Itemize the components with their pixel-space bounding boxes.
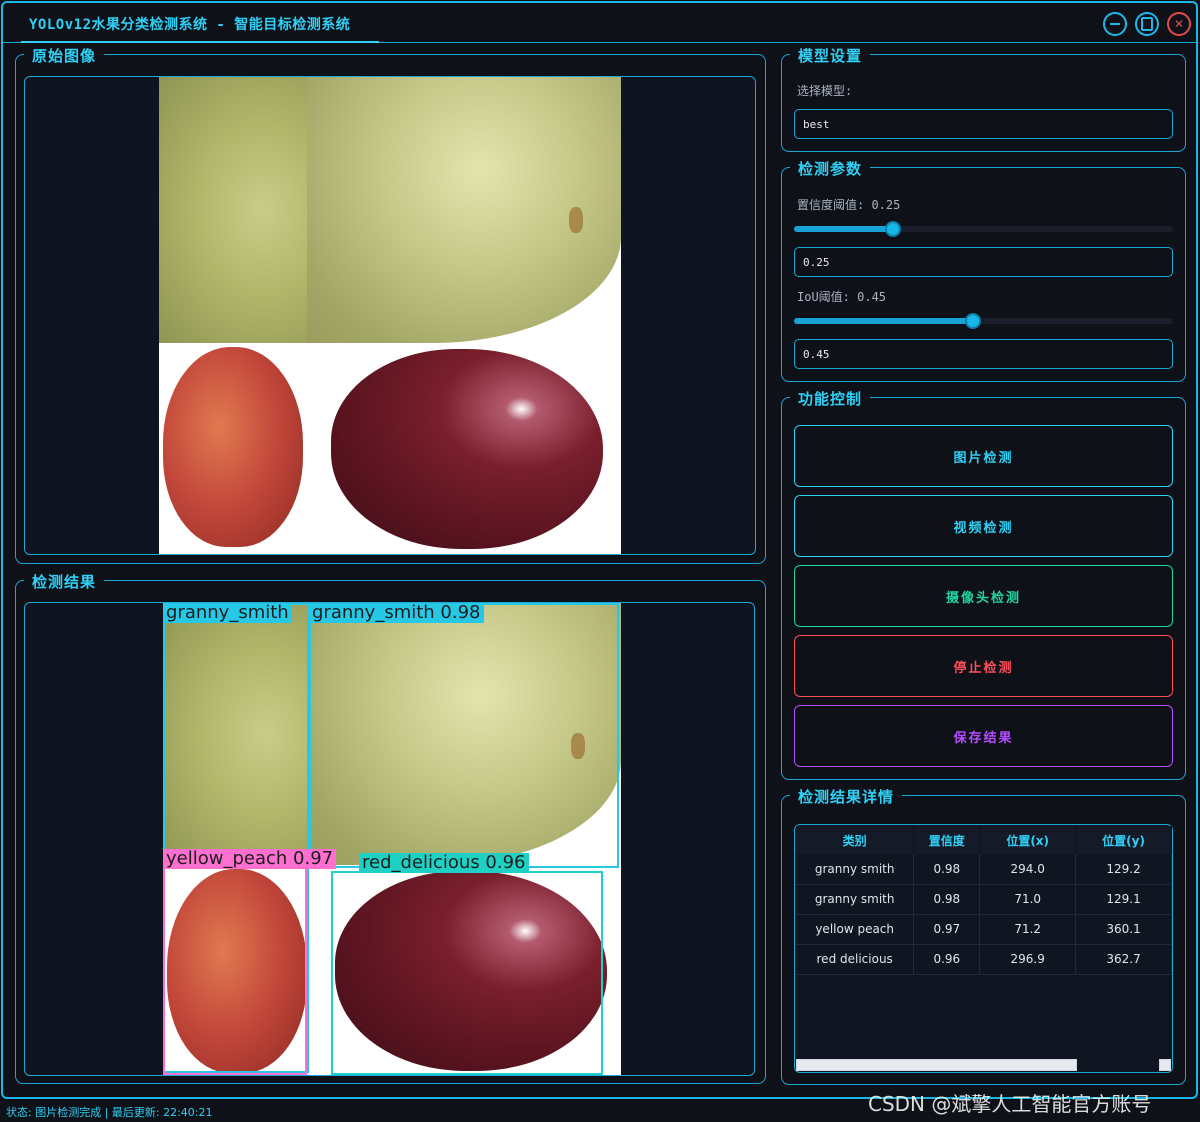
title-underline [21, 41, 379, 43]
result-image: granny_smith granny_smith 0.98 yellow_pe… [163, 603, 621, 1075]
watermark: CSDN @斌擎人工智能官方账号 [868, 1092, 1152, 1116]
bbox-label: granny_smith [163, 603, 292, 623]
table-horizontal-scrollbar[interactable] [796, 1059, 1077, 1071]
bbox-yellow-peach [163, 867, 307, 1075]
table-cell: 129.1 [1075, 884, 1172, 915]
table-cell: 129.2 [1075, 854, 1172, 885]
iou-label: IoU阈值: 0.45 [797, 290, 887, 304]
table-cell: 362.7 [1075, 944, 1172, 975]
table-row[interactable]: red delicious 0.96 296.9 362.7 [796, 944, 1172, 975]
table-cell: 360.1 [1075, 914, 1172, 945]
model-select[interactable]: best [794, 109, 1173, 139]
confidence-slider[interactable] [794, 221, 1173, 237]
table-row[interactable]: yellow peach 0.97 71.2 360.1 [796, 914, 1172, 945]
table-header[interactable]: 类别 [796, 826, 915, 854]
confidence-slider-fill [794, 226, 893, 232]
minimize-icon[interactable] [1103, 12, 1127, 36]
detection-params-title: 检测参数 [790, 158, 871, 179]
model-settings-title: 模型设置 [790, 45, 871, 66]
confidence-slider-handle[interactable] [885, 221, 901, 237]
confidence-label: 置信度阈值: 0.25 [797, 198, 901, 212]
table-row[interactable]: granny smith 0.98 294.0 129.2 [796, 854, 1172, 885]
close-icon[interactable] [1167, 12, 1191, 36]
status-bar: 状态: 图片检测完成 | 最后更新: 22:40:21 [6, 1106, 213, 1119]
table-cell: 0.98 [913, 854, 981, 885]
function-control-title: 功能控制 [790, 388, 871, 409]
result-image-title: 检测结果 [24, 571, 105, 592]
save-result-button[interactable]: 保存结果 [794, 705, 1173, 767]
table-cell: red delicious [796, 944, 915, 975]
table-cell: 296.9 [979, 944, 1077, 975]
table-cell: 71.0 [979, 884, 1077, 915]
stop-detect-button[interactable]: 停止检测 [794, 635, 1173, 697]
confidence-input[interactable]: 0.25 [794, 247, 1173, 277]
bbox-label: red_delicious 0.96 [359, 853, 529, 873]
table-cell: 294.0 [979, 854, 1077, 885]
image-detect-button[interactable]: 图片检测 [794, 425, 1173, 487]
bbox-label: yellow_peach 0.97 [163, 849, 337, 869]
apple [331, 349, 603, 549]
video-detect-button[interactable]: 视频检测 [794, 495, 1173, 557]
bbox-red-delicious [331, 871, 603, 1075]
iou-slider-handle[interactable] [965, 313, 981, 329]
table-cell: 0.97 [913, 914, 981, 945]
pear-left [159, 77, 307, 343]
table-header[interactable]: 位置(y) [1075, 826, 1172, 854]
scroll-corner[interactable] [1159, 1059, 1171, 1071]
table-cell: granny smith [796, 854, 915, 885]
iou-input[interactable]: 0.45 [794, 339, 1173, 369]
original-image-title: 原始图像 [24, 45, 105, 66]
table-cell: 0.96 [913, 944, 981, 975]
camera-detect-button[interactable]: 摄像头检测 [794, 565, 1173, 627]
original-image-frame [24, 76, 756, 555]
maximize-icon[interactable] [1135, 12, 1159, 36]
table-cell: 71.2 [979, 914, 1077, 945]
iou-slider[interactable] [794, 313, 1173, 329]
window-title: YOLOv12水果分类检测系统 - 智能目标检测系统 [29, 17, 351, 33]
peach [163, 347, 303, 547]
model-select-label: 选择模型: [797, 84, 853, 98]
table-row[interactable]: granny smith 0.98 71.0 129.1 [796, 884, 1172, 915]
pear-right [307, 77, 621, 343]
table-cell: granny smith [796, 884, 915, 915]
original-image [159, 77, 621, 554]
result-table: 类别 置信度 位置(x) 位置(y) granny smith 0.98 294… [796, 826, 1172, 975]
table-header[interactable]: 位置(x) [979, 826, 1077, 854]
table-header[interactable]: 置信度 [913, 826, 981, 854]
table-cell: yellow peach [796, 914, 915, 945]
bbox-granny-smith-2 [309, 603, 619, 868]
result-image-frame: granny_smith granny_smith 0.98 yellow_pe… [24, 602, 755, 1076]
table-cell: 0.98 [913, 884, 981, 915]
result-details-title: 检测结果详情 [790, 786, 903, 807]
bbox-label: granny_smith 0.98 [309, 603, 484, 623]
iou-slider-fill [794, 318, 973, 324]
title-bar[interactable]: YOLOv12水果分类检测系统 - 智能目标检测系统 [3, 3, 1196, 43]
